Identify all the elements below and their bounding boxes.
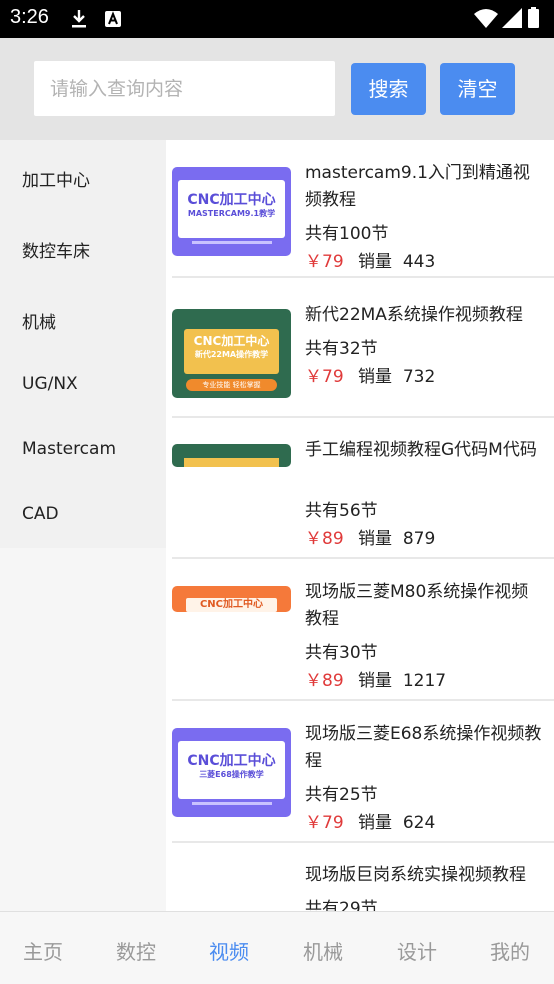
- divider: [172, 416, 554, 418]
- sidebar-item-mastercam[interactable]: Mastercam: [22, 439, 116, 459]
- course-thumbnail: [172, 444, 291, 467]
- course-price: ￥79: [305, 252, 344, 272]
- signal-icon: [502, 8, 522, 28]
- category-list: 加工中心 数控车床 机械 UG/NX Mastercam CAD: [0, 140, 166, 548]
- sidebar-item-machining-center[interactable]: 加工中心: [22, 166, 90, 191]
- course-thumbnail: CNC加工中心: [172, 586, 291, 612]
- category-sidebar: 加工中心 数控车床 机械 UG/NX Mastercam CAD: [0, 140, 166, 911]
- course-thumbnail: CNC加工中心 MASTERCAM9.1教学: [172, 167, 291, 256]
- course-thumbnail: CNC加工中心 三菱E68操作教学: [172, 728, 291, 817]
- course-price: ￥79: [305, 367, 344, 387]
- search-button[interactable]: 搜索: [351, 63, 426, 115]
- lesson-count: 共有30节: [305, 643, 378, 663]
- list-item[interactable]: 现场版巨岗系统实操视频教程 共有29节: [172, 862, 554, 911]
- course-price: ￥89: [305, 671, 344, 691]
- lesson-count: 共有100节: [305, 224, 389, 244]
- list-item[interactable]: CNC加工中心 新代22MA操作教学 专业技能 轻松掌握 新代22MA系统操作视…: [172, 302, 554, 402]
- lesson-count: 共有32节: [305, 339, 378, 359]
- list-item[interactable]: 手工编程视频教程G代码M代码 共有56节 ￥89 销量 879: [172, 437, 554, 549]
- course-title: 新代22MA系统操作视频教程: [305, 305, 523, 325]
- nav-cnc[interactable]: 数控: [116, 936, 156, 965]
- sidebar-item-cnc-lathe[interactable]: 数控车床: [22, 237, 90, 262]
- divider: [172, 841, 554, 843]
- nav-design[interactable]: 设计: [397, 936, 437, 965]
- divider: [172, 276, 554, 278]
- battery-icon: [528, 7, 539, 28]
- divider: [172, 699, 554, 701]
- course-title: 现场版巨岗系统实操视频教程: [305, 865, 526, 885]
- list-item[interactable]: CNC加工中心 MASTERCAM9.1教学 mastercam9.1入门到精通…: [172, 160, 554, 272]
- nav-mine[interactable]: 我的: [490, 936, 530, 965]
- course-title: 现场版三菱M80系统操作视频教程: [305, 582, 529, 629]
- divider: [172, 557, 554, 559]
- sidebar-item-cad[interactable]: CAD: [22, 504, 59, 524]
- sales-count: 销量 879: [358, 529, 436, 549]
- list-item[interactable]: CNC加工中心 现场版三菱M80系统操作视频教程 共有30节 ￥89 销量 12…: [172, 579, 554, 691]
- nav-machinery[interactable]: 机械: [303, 936, 343, 965]
- search-input[interactable]: [34, 61, 335, 116]
- nav-home[interactable]: 主页: [23, 936, 63, 965]
- nav-video[interactable]: 视频: [209, 936, 249, 965]
- sales-count: 销量 1217: [358, 671, 447, 691]
- status-bar: 3:26: [0, 0, 554, 38]
- bottom-nav: 主页 数控 视频 机械 设计 我的: [0, 911, 554, 984]
- wifi-icon: [474, 9, 498, 28]
- course-title: 现场版三菱E68系统操作视频教程: [305, 724, 542, 771]
- course-price: ￥79: [305, 813, 344, 833]
- status-time: 3:26: [10, 6, 49, 28]
- lesson-count: 共有25节: [305, 785, 378, 805]
- lesson-count: 共有29节: [305, 899, 378, 911]
- sales-count: 销量 732: [358, 367, 436, 387]
- sidebar-item-machinery[interactable]: 机械: [22, 308, 56, 333]
- search-bar: 搜索 清空: [0, 38, 554, 140]
- list-item[interactable]: CNC加工中心 三菱E68操作教学 现场版三菱E68系统操作视频教程 共有25节…: [172, 721, 554, 833]
- course-title: mastercam9.1入门到精通视频教程: [305, 163, 530, 210]
- clear-button[interactable]: 清空: [440, 63, 515, 115]
- sales-count: 销量 443: [358, 252, 436, 272]
- a-app-icon: [105, 11, 121, 27]
- lesson-count: 共有56节: [305, 501, 378, 521]
- course-title: 手工编程视频教程G代码M代码: [305, 440, 537, 460]
- course-price: ￥89: [305, 529, 344, 549]
- sales-count: 销量 624: [358, 813, 436, 833]
- sidebar-item-ug-nx[interactable]: UG/NX: [22, 374, 78, 394]
- course-thumbnail: CNC加工中心 新代22MA操作教学 专业技能 轻松掌握: [172, 309, 291, 398]
- download-icon: [72, 10, 86, 28]
